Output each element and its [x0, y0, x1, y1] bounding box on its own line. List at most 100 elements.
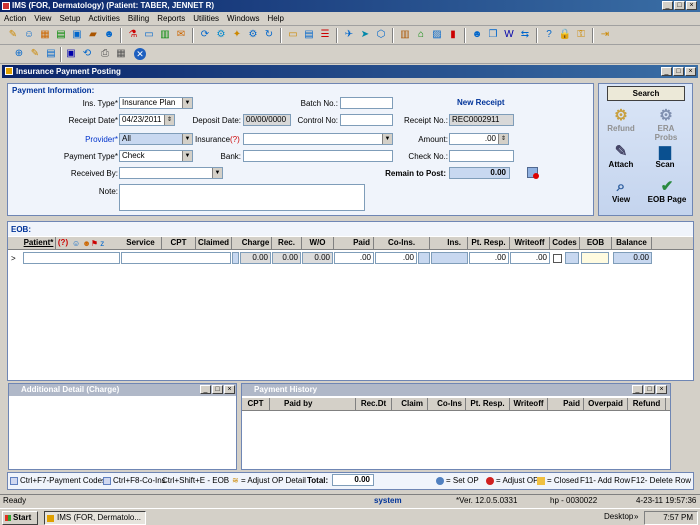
document-icon[interactable]: ▣	[70, 28, 84, 42]
exit-icon[interactable]: ⇥	[598, 28, 612, 42]
child-maximize-button[interactable]: □	[673, 67, 684, 76]
child-close-button[interactable]: ×	[685, 67, 696, 76]
received-by-select[interactable]: ▼	[119, 167, 223, 179]
card-icon[interactable]: ▭	[286, 28, 300, 42]
close-circle-icon[interactable]: ✕	[134, 48, 146, 60]
search-button[interactable]: Search	[607, 86, 685, 101]
new-icon[interactable]: ⊕	[12, 47, 26, 61]
attach-button[interactable]: ✎ Attach	[604, 143, 638, 169]
payment-type-select[interactable]: Check ▼	[119, 150, 193, 162]
menu-utilities[interactable]: Utilities	[189, 12, 223, 25]
service-cell[interactable]	[121, 252, 231, 264]
chart-icon[interactable]: ▤	[54, 28, 68, 42]
help-icon[interactable]: ?	[542, 28, 556, 42]
lock-icon[interactable]: 🔒	[558, 28, 572, 42]
sync-icon[interactable]: ⟳	[198, 28, 212, 42]
receipt-date-input[interactable]: 04/23/2011 ⇕	[119, 114, 175, 126]
menu-help[interactable]: Help	[264, 12, 288, 25]
insurance-help[interactable]: (?)	[230, 134, 242, 146]
control-no-input[interactable]	[340, 114, 393, 126]
history-maximize-button[interactable]: □	[644, 385, 655, 394]
provider-select[interactable]: All ▼	[119, 133, 193, 145]
col-patient[interactable]: Patient*	[22, 237, 56, 249]
menu-setup[interactable]: Setup	[55, 12, 84, 25]
col-patient-help[interactable]: (?)	[56, 237, 70, 249]
scan-button[interactable]: ▆ Scan	[648, 143, 682, 169]
graph-icon[interactable]: ▨	[430, 28, 444, 42]
attach-icon[interactable]: ▤	[44, 47, 58, 61]
tools-icon[interactable]: ✦	[230, 28, 244, 42]
refresh-icon-2[interactable]: ⟲	[80, 47, 94, 61]
list-icon[interactable]: ☰	[318, 28, 332, 42]
note-icon[interactable]: ▥	[158, 28, 172, 42]
menu-billing[interactable]: Billing	[124, 12, 153, 25]
bed-icon[interactable]: ▭	[142, 28, 156, 42]
copy-icon[interactable]: ❐	[486, 28, 500, 42]
paid-cell[interactable]: .00	[334, 252, 374, 264]
patient-tools-icons[interactable]: ☺ ☻⚑ z	[72, 238, 120, 249]
word-icon[interactable]: W	[502, 28, 516, 42]
desktop-chevron-icon[interactable]: »	[634, 512, 638, 521]
pencil-icon[interactable]: ✎	[6, 28, 20, 42]
eob-page-button[interactable]: ✔ EOB Page	[644, 178, 690, 204]
form-icon[interactable]: ▤	[302, 28, 316, 42]
check-no-input[interactable]	[449, 150, 514, 162]
menu-view[interactable]: View	[30, 12, 55, 25]
additional-close-button[interactable]: ×	[224, 385, 235, 394]
people-icon[interactable]: ☻	[470, 28, 484, 42]
flask-icon[interactable]: ⚗	[126, 28, 140, 42]
calculator-icon[interactable]	[527, 167, 539, 179]
coins-cell[interactable]: .00	[375, 252, 417, 264]
menu-activities[interactable]: Activities	[84, 12, 124, 25]
network-icon[interactable]: ⇆	[518, 28, 532, 42]
edit-icon[interactable]: ✎	[28, 47, 42, 61]
desktop-toolbar[interactable]: Desktop	[604, 512, 633, 521]
start-button[interactable]: Start	[2, 511, 38, 525]
bank-input[interactable]	[243, 150, 393, 162]
patient-icon[interactable]: ☺	[22, 28, 36, 42]
patient-cell[interactable]	[23, 252, 120, 264]
pt-resp-cell[interactable]: .00	[469, 252, 509, 264]
close-button[interactable]: ×	[686, 1, 697, 10]
writeoff-cell[interactable]: .00	[510, 252, 550, 264]
receipt-no-input[interactable]: REC0002911	[449, 114, 514, 126]
amount-input[interactable]: .00 ⇕	[449, 133, 509, 145]
taskbar-ims-button[interactable]: IMS (FOR, Dermatolo...	[44, 511, 146, 525]
user-icon[interactable]: ☻	[102, 28, 116, 42]
refund-button[interactable]: ⚙ Refund	[604, 107, 638, 133]
refresh-icon[interactable]: ↻	[262, 28, 276, 42]
spinner-icon[interactable]: ⇕	[164, 115, 174, 125]
eob-cell[interactable]	[581, 252, 609, 264]
print-icon[interactable]: ⎙	[98, 47, 112, 61]
letter-icon[interactable]: ✉	[174, 28, 188, 42]
menu-action[interactable]: Action	[0, 12, 30, 25]
plane-icon[interactable]: ✈	[342, 28, 356, 42]
codes-checkbox[interactable]	[553, 254, 562, 263]
save-icon[interactable]: ▣	[64, 47, 78, 61]
key-icon[interactable]: ⚿	[574, 28, 588, 42]
folder-icon[interactable]: ▰	[86, 28, 100, 42]
history-close-button[interactable]: ×	[656, 385, 667, 394]
book-icon[interactable]: ▥	[398, 28, 412, 42]
child-minimize-button[interactable]: _	[661, 67, 672, 76]
preview-icon[interactable]: ▦	[114, 47, 128, 61]
additional-minimize-button[interactable]: _	[200, 385, 211, 394]
additional-maximize-button[interactable]: □	[212, 385, 223, 394]
coins-picker[interactable]	[418, 252, 430, 264]
codes-cell[interactable]	[565, 252, 579, 264]
minimize-button[interactable]: _	[662, 1, 673, 10]
house-icon[interactable]: ⌂	[414, 28, 428, 42]
bar-chart-icon[interactable]: ▮	[446, 28, 460, 42]
era-probs-button[interactable]: ⚙ ERA Probs	[646, 107, 686, 142]
menu-windows[interactable]: Windows	[223, 12, 263, 25]
claimed-toggle[interactable]	[232, 252, 239, 264]
menu-reports[interactable]: Reports	[153, 12, 189, 25]
calendar-icon[interactable]: ▦	[38, 28, 52, 42]
gear-icon[interactable]: ⚙	[214, 28, 228, 42]
view-button[interactable]: ⌕ View	[604, 178, 638, 204]
insurance-select[interactable]: ▼	[243, 133, 393, 145]
ins-cell[interactable]	[431, 252, 468, 264]
note-textarea[interactable]	[119, 184, 365, 211]
maximize-button[interactable]: □	[674, 1, 685, 10]
ins-type-select[interactable]: Insurance Plan ▼	[119, 97, 193, 109]
